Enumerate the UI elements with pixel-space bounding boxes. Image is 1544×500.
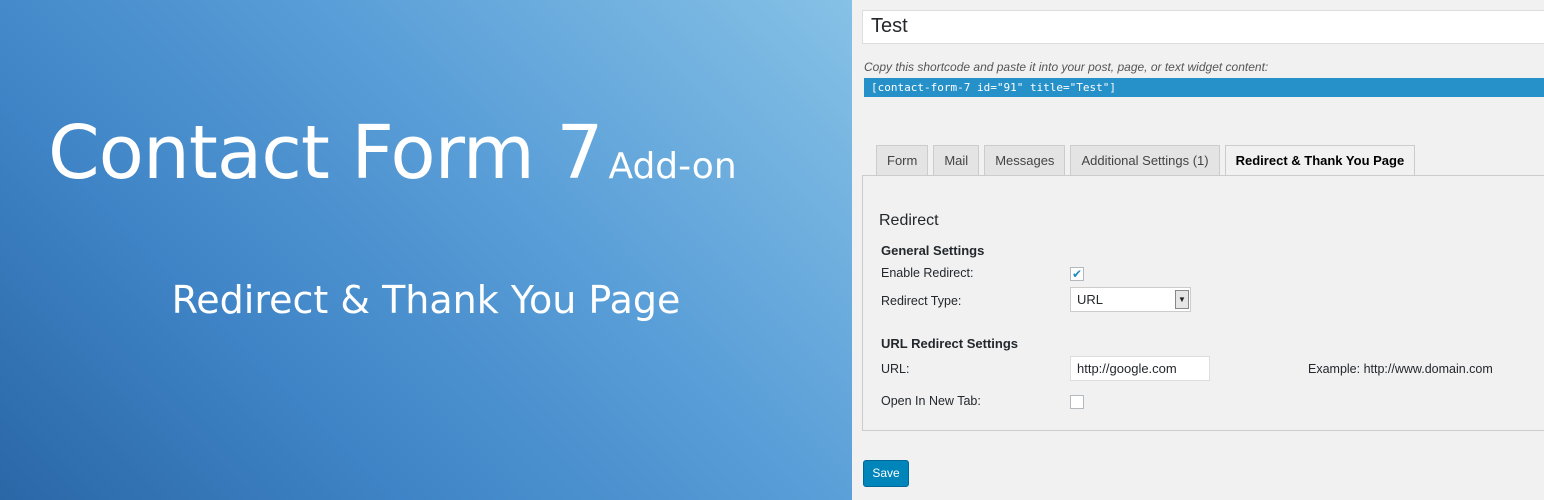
- save-button[interactable]: Save: [863, 460, 909, 487]
- general-settings-heading: General Settings: [881, 243, 985, 258]
- banner-subtitle: Redirect & Thank You Page: [171, 278, 681, 322]
- form-title-input[interactable]: Test: [862, 10, 1544, 44]
- shortcode-field[interactable]: [contact-form-7 id="91" title="Test"]: [864, 78, 1544, 97]
- enable-redirect-checkbox[interactable]: ✔: [1070, 267, 1084, 281]
- admin-panel: Test Copy this shortcode and paste it in…: [852, 0, 1544, 500]
- open-new-tab-label: Open In New Tab:: [881, 394, 981, 408]
- section-title: Redirect: [879, 212, 939, 229]
- promo-banner: Contact Form 7 Add-on Redirect & Thank Yo…: [0, 0, 852, 500]
- enable-redirect-label: Enable Redirect:: [881, 266, 974, 280]
- tab-redirect[interactable]: Redirect & Thank You Page: [1224, 145, 1416, 176]
- redirect-type-value: URL: [1077, 292, 1104, 307]
- shortcode-hint: Copy this shortcode and paste it into yo…: [864, 60, 1269, 74]
- url-settings-heading: URL Redirect Settings: [881, 336, 1019, 351]
- url-example: Example: http://www.domain.com: [1308, 362, 1493, 376]
- url-label: URL:: [881, 362, 910, 376]
- chevron-down-icon[interactable]: ▼: [1175, 290, 1189, 309]
- tab-form[interactable]: Form: [876, 145, 929, 175]
- banner-addon: Add-on: [608, 146, 737, 187]
- redirect-type-select[interactable]: URL ▼: [1070, 287, 1191, 312]
- redirect-type-label: Redirect Type:: [881, 294, 962, 308]
- banner-title-line: Contact Form 7 Add-on: [48, 110, 737, 196]
- checkmark-icon: ✔: [1071, 267, 1083, 281]
- tab-mail[interactable]: Mail: [933, 145, 980, 175]
- tab-messages[interactable]: Messages: [984, 145, 1066, 175]
- tab-bar: Form Mail Messages Additional Settings (…: [876, 145, 1420, 176]
- open-new-tab-checkbox[interactable]: [1070, 395, 1084, 409]
- banner-title: Contact Form 7: [48, 110, 603, 196]
- tab-content-redirect: Redirect General Settings Enable Redirec…: [862, 175, 1544, 431]
- tab-additional-settings[interactable]: Additional Settings (1): [1070, 145, 1220, 175]
- url-input[interactable]: http://google.com: [1070, 356, 1210, 381]
